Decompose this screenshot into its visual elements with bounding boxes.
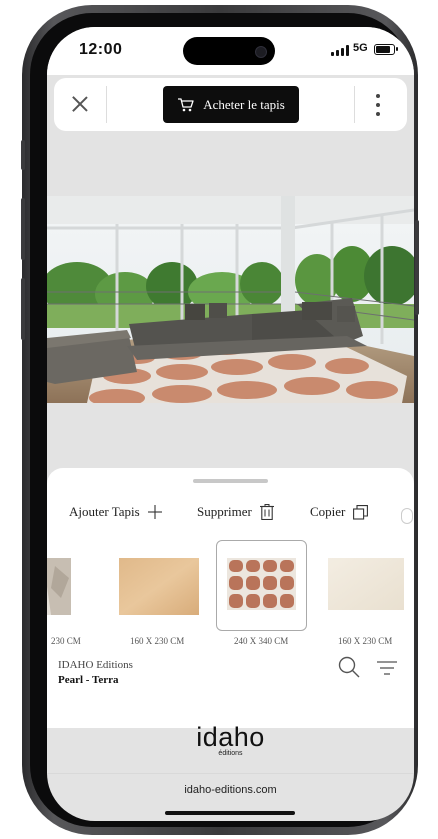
room-preview-image bbox=[47, 196, 414, 403]
divider bbox=[354, 86, 355, 123]
brand-logo: idaho éditions bbox=[47, 723, 414, 757]
delete-label: Supprimer bbox=[197, 504, 252, 519]
status-time: 12:00 bbox=[79, 41, 123, 58]
sheet-drag-handle[interactable] bbox=[193, 479, 268, 483]
filter-icon[interactable] bbox=[376, 659, 398, 677]
camera-icon bbox=[255, 46, 267, 58]
rug-thumbnail[interactable] bbox=[47, 558, 71, 615]
add-rug-button[interactable]: Ajouter Tapis bbox=[69, 504, 162, 520]
plus-icon bbox=[147, 505, 162, 519]
search-icon[interactable] bbox=[338, 656, 360, 678]
screen: 12:00 5G Acheter le tapis Ajouter Tapis … bbox=[47, 27, 414, 821]
rug-carousel: 230 CM 160 X 230 CM 240 X 340 CM 160 X 2… bbox=[47, 540, 414, 650]
footer-url[interactable]: idaho-editions.com bbox=[47, 784, 414, 796]
footer-divider bbox=[47, 773, 414, 774]
trash-icon bbox=[259, 504, 274, 520]
volume-down-button bbox=[21, 278, 25, 340]
more-options-icon[interactable] bbox=[375, 94, 381, 116]
buy-rug-button[interactable]: Acheter le tapis bbox=[163, 86, 299, 123]
rug-size-label: 160 X 230 CM bbox=[130, 636, 185, 646]
home-indicator[interactable] bbox=[165, 811, 295, 815]
rug-size-label: 160 X 230 CM bbox=[338, 636, 393, 646]
close-icon[interactable] bbox=[70, 94, 90, 114]
logo-text: idaho bbox=[196, 722, 265, 752]
cart-icon bbox=[178, 97, 194, 111]
divider bbox=[106, 86, 107, 123]
delete-button[interactable]: Supprimer bbox=[197, 504, 274, 520]
product-name: Pearl - Terra bbox=[58, 674, 119, 686]
product-brand: IDAHO Editions bbox=[58, 659, 133, 671]
rug-thumbnail[interactable] bbox=[119, 558, 199, 615]
status-bar: 12:00 5G bbox=[47, 27, 414, 75]
copy-label: Copier bbox=[310, 504, 346, 519]
rug-size-label: 230 CM bbox=[51, 636, 81, 646]
bottom-sheet: Ajouter Tapis Supprimer Copier 230 CM 16… bbox=[47, 468, 414, 728]
action-bar: Ajouter Tapis Supprimer Copier bbox=[47, 504, 414, 528]
buy-rug-label: Acheter le tapis bbox=[203, 96, 285, 112]
rug-thumbnail-selected[interactable] bbox=[216, 540, 307, 631]
power-button bbox=[415, 220, 419, 315]
logo-subtext: éditions bbox=[218, 750, 243, 757]
network-label: 5G bbox=[353, 42, 368, 54]
battery-icon bbox=[374, 44, 398, 55]
copy-button[interactable]: Copier bbox=[310, 504, 369, 520]
add-rug-label: Ajouter Tapis bbox=[69, 504, 140, 519]
rug-size-label: 240 X 340 CM bbox=[234, 636, 289, 646]
dynamic-island bbox=[183, 37, 275, 65]
signal-icon bbox=[331, 45, 349, 56]
copy-icon bbox=[353, 504, 369, 520]
mute-switch bbox=[21, 140, 25, 170]
volume-up-button bbox=[21, 198, 25, 260]
next-action-partial-icon[interactable] bbox=[401, 508, 413, 524]
top-bar: Acheter le tapis bbox=[54, 78, 407, 131]
rug-thumbnail[interactable] bbox=[328, 558, 408, 615]
living-room-scene bbox=[47, 196, 414, 403]
